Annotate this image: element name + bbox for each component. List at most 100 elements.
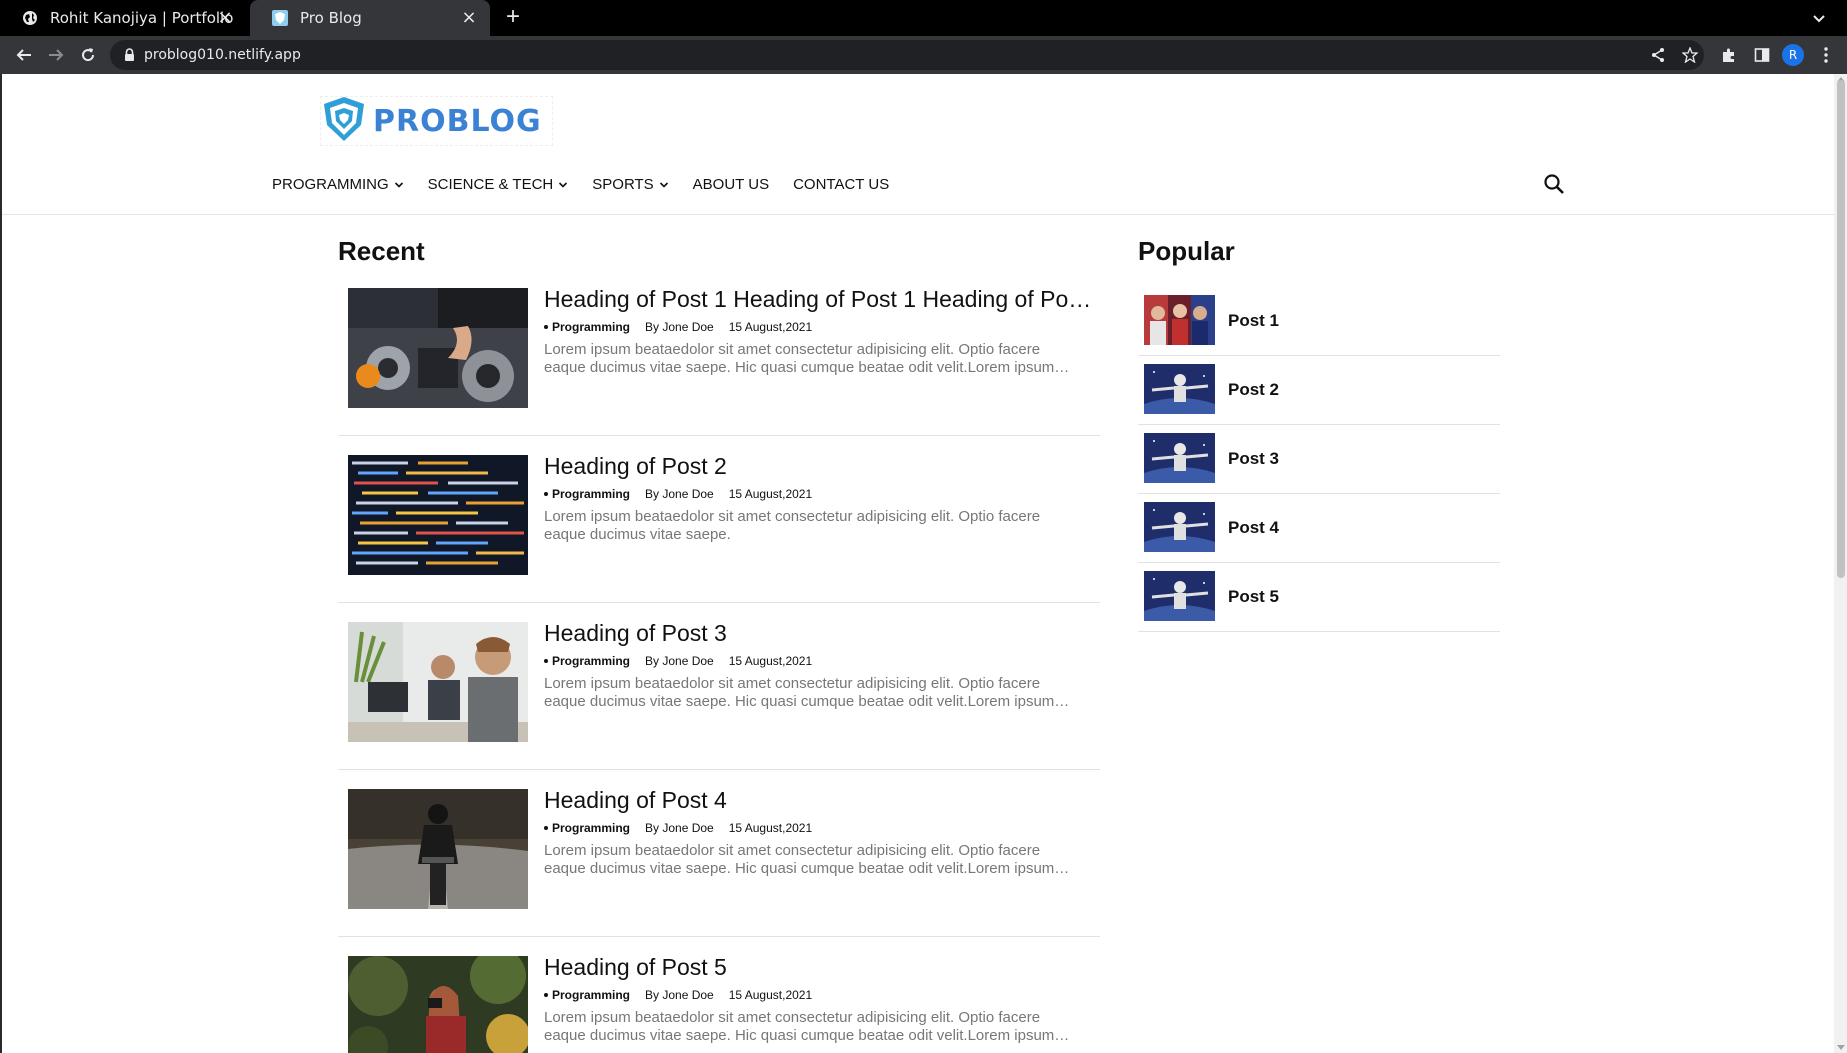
nav-item-about-us[interactable]: ABOUT US (693, 176, 769, 193)
recent-post-card[interactable]: Heading of Post 4 Programming By Jone Do… (338, 777, 1100, 937)
popular-post-label[interactable]: Post 3 (1228, 449, 1279, 469)
post-thumbnail-dj-mixer[interactable] (348, 288, 528, 408)
shield-favicon-icon (272, 10, 288, 26)
post-category[interactable]: Programming (544, 654, 630, 668)
post-category[interactable]: Programming (544, 487, 630, 501)
side-panel-icon[interactable] (1752, 45, 1772, 65)
nav-label: SPORTS (592, 176, 654, 193)
post-author: By Jone Doe (645, 988, 714, 1002)
nav-label: SCIENCE & TECH (427, 176, 554, 193)
reload-icon[interactable] (78, 45, 98, 65)
post-heading[interactable]: Heading of Post 3 (544, 620, 1094, 647)
category-label: Programming (552, 654, 631, 668)
close-tab-icon[interactable]: × (216, 9, 234, 27)
popular-post-item[interactable]: Post 4 (1138, 494, 1500, 563)
post-excerpt: Lorem ipsum beataedolor sit amet consect… (544, 508, 1041, 543)
scrollbar-thumb[interactable] (1837, 80, 1845, 578)
chevron-down-icon (394, 181, 403, 188)
popular-thumbnail-astronaut[interactable] (1144, 364, 1215, 414)
category-label: Programming (552, 320, 631, 334)
lock-icon (124, 48, 135, 67)
popular-post-label[interactable]: Post 5 (1228, 587, 1279, 607)
nav-label: CONTACT US (793, 176, 890, 193)
post-excerpt: Lorem ipsum beataedolor sit amet consect… (544, 675, 1055, 710)
post-category[interactable]: Programming (544, 320, 630, 334)
page-viewport: PROBLOG PROGRAMMING SCIENCE & TECH SPORT… (0, 74, 1847, 1053)
globe-icon (22, 10, 38, 26)
popular-post-item[interactable]: Post 1 (1138, 287, 1500, 356)
browser-tab-problog[interactable]: Pro Blog × (250, 0, 490, 36)
profile-avatar[interactable]: R (1782, 44, 1804, 66)
popular-thumbnail-astronaut[interactable] (1144, 433, 1215, 483)
post-date: 15 August,2021 (728, 487, 813, 501)
share-icon[interactable] (1648, 45, 1668, 65)
post-heading[interactable]: Heading of Post 1 Heading of Post 1 Head… (544, 286, 1094, 313)
bullet-dot (544, 325, 548, 329)
bookmark-star-icon[interactable] (1680, 45, 1700, 65)
browser-menu-icon[interactable] (1816, 45, 1836, 65)
forward-icon[interactable] (46, 45, 66, 65)
site-logo[interactable]: PROBLOG (320, 96, 553, 146)
popular-post-label[interactable]: Post 4 (1228, 518, 1279, 538)
popular-post-label[interactable]: Post 1 (1228, 311, 1279, 331)
browser-tabstrip: Rohit Kanojiya | Portfolio × Pro Blog × … (0, 0, 1847, 36)
recent-post-card[interactable]: Heading of Post 5 Programming By Jone Do… (338, 944, 1100, 1053)
popular-post-item[interactable]: Post 2 (1138, 356, 1500, 425)
search-icon[interactable] (1542, 172, 1566, 196)
popular-post-item[interactable]: Post 5 (1138, 563, 1500, 632)
nav-item-programming[interactable]: PROGRAMMING (272, 176, 404, 193)
post-author: By Jone Doe (645, 821, 714, 835)
post-author: By Jone Doe (645, 320, 714, 334)
nav-item-contact-us[interactable]: CONTACT US (793, 176, 889, 193)
post-thumbnail-code-screen[interactable] (348, 455, 528, 575)
main-nav: PROGRAMMING SCIENCE & TECH SPORTS ABOUT … (272, 176, 913, 193)
category-label: Programming (552, 988, 631, 1002)
recent-post-card[interactable]: Heading of Post 2 Programming By Jone Do… (338, 443, 1100, 603)
recent-post-card[interactable]: Heading of Post 1 Heading of Post 1 Head… (338, 276, 1100, 436)
post-heading[interactable]: Heading of Post 2 (544, 453, 1094, 480)
popular-post-item[interactable]: Post 3 (1138, 425, 1500, 494)
popular-thumbnail-astronaut[interactable] (1144, 571, 1215, 621)
post-thumbnail-office-workers[interactable] (348, 622, 528, 742)
post-meta: Programming By Jone Doe 15 August,2021 (544, 654, 812, 668)
recent-post-card[interactable]: Heading of Post 3 Programming By Jone Do… (338, 610, 1100, 770)
popular-post-label[interactable]: Post 2 (1228, 380, 1279, 400)
post-meta: Programming By Jone Doe 15 August,2021 (544, 821, 812, 835)
close-tab-icon[interactable]: × (460, 9, 478, 27)
nav-label: ABOUT US (692, 176, 770, 193)
post-thumbnail-photographer[interactable] (348, 956, 528, 1053)
nav-item-science-tech[interactable]: SCIENCE & TECH (428, 176, 569, 193)
page-scrollbar[interactable] (1834, 74, 1847, 1053)
post-meta: Programming By Jone Doe 15 August,2021 (544, 988, 812, 1002)
tab-title: Pro Blog (300, 9, 362, 27)
post-thumbnail-motorcycle-rider[interactable] (348, 789, 528, 909)
bullet-dot (544, 492, 548, 496)
bullet-dot (544, 826, 548, 830)
post-heading[interactable]: Heading of Post 5 (544, 954, 1094, 981)
browser-tab-portfolio[interactable]: Rohit Kanojiya | Portfolio × (0, 0, 246, 36)
browser-toolbar: problog010.netlify.app R (0, 36, 1847, 74)
post-heading[interactable]: Heading of Post 4 (544, 787, 1094, 814)
post-date: 15 August,2021 (728, 821, 813, 835)
post-author: By Jone Doe (645, 487, 714, 501)
site-header: PROBLOG PROGRAMMING SCIENCE & TECH SPORT… (2, 74, 1836, 215)
new-tab-icon[interactable]: + (500, 5, 526, 31)
back-icon[interactable] (14, 45, 34, 65)
post-date: 15 August,2021 (728, 988, 813, 1002)
nav-item-sports[interactable]: SPORTS (592, 176, 668, 193)
post-category[interactable]: Programming (544, 988, 630, 1002)
popular-thumbnail-astronaut[interactable] (1144, 502, 1215, 552)
nav-label: PROGRAMMING (272, 176, 389, 193)
post-author: By Jone Doe (645, 654, 714, 668)
popular-section-title: Popular (1138, 236, 1235, 266)
chevron-down-icon (659, 181, 668, 188)
scroll-down-arrow-icon[interactable] (1837, 1045, 1845, 1050)
tab-search-chevron-icon[interactable] (1809, 8, 1829, 28)
post-meta: Programming By Jone Doe 15 August,2021 (544, 320, 812, 334)
recent-section-title: Recent (338, 236, 425, 266)
extensions-puzzle-icon[interactable] (1719, 45, 1739, 65)
address-bar[interactable]: problog010.netlify.app (110, 40, 1704, 70)
post-category[interactable]: Programming (544, 821, 630, 835)
category-label: Programming (552, 821, 631, 835)
popular-thumbnail-performers[interactable] (1144, 295, 1215, 345)
